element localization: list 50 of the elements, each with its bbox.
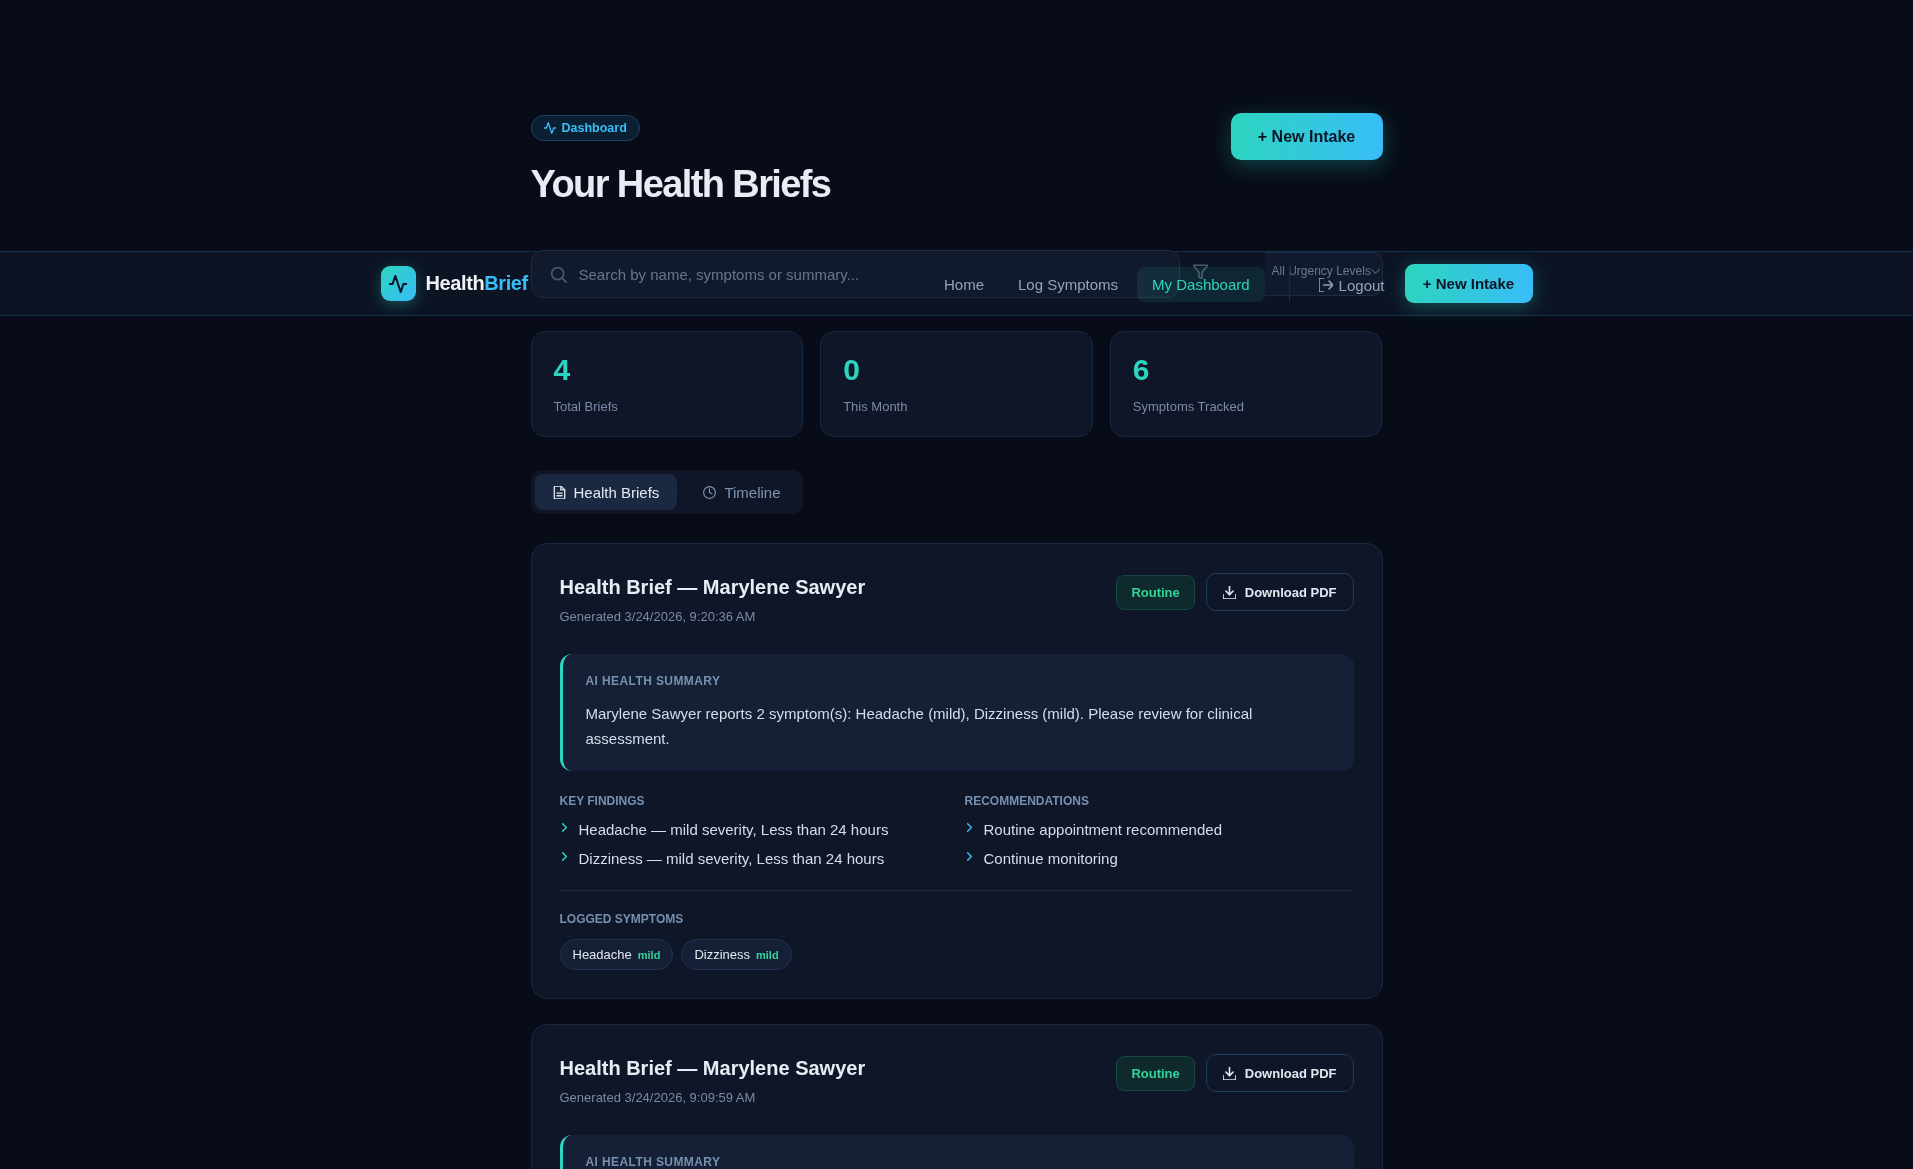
urgency-badge: Routine bbox=[1116, 574, 1195, 610]
new-intake-button[interactable]: + New Intake bbox=[1230, 113, 1383, 160]
chevron-right-icon bbox=[561, 852, 567, 861]
symptom-name: Headache bbox=[572, 947, 632, 962]
stat-label: Symptoms Tracked bbox=[1132, 398, 1246, 416]
recommendation-text: Routine appointment recommended bbox=[983, 820, 1222, 840]
pulse-icon bbox=[543, 122, 556, 134]
generated-timestamp: Generated 3/24/2026, 9:09:59 AM bbox=[559, 1089, 757, 1107]
chevron-right-icon bbox=[966, 852, 972, 861]
download-pdf-button[interactable]: Download PDF bbox=[1205, 573, 1354, 611]
severity-label: mild bbox=[756, 948, 779, 961]
stat-label: This Month bbox=[843, 398, 909, 416]
section-label: RECOMMENDATIONS bbox=[964, 793, 1090, 809]
stat-value: 0 bbox=[843, 352, 861, 388]
stat-label: Total Briefs bbox=[553, 398, 619, 416]
search-icon bbox=[549, 266, 567, 283]
brief-title: Health Brief — Marylene Sawyer bbox=[559, 1056, 866, 1081]
badge-label: Dashboard bbox=[561, 121, 627, 135]
brand-name[interactable]: HealthBrief bbox=[425, 272, 528, 295]
view-tab[interactable]: Timeline bbox=[685, 474, 799, 510]
new-intake-button[interactable]: + New Intake bbox=[1404, 264, 1533, 303]
severity-label: mild bbox=[637, 948, 661, 961]
view-tab[interactable]: Health Briefs bbox=[534, 474, 678, 510]
logout-button[interactable]: Logout bbox=[1318, 277, 1385, 293]
download-icon bbox=[1222, 585, 1236, 599]
filter-icon bbox=[1192, 263, 1208, 279]
symptom-name: Dizziness bbox=[694, 947, 751, 962]
chevron-down-icon bbox=[1370, 268, 1380, 274]
page-title: Your Health Briefs bbox=[530, 162, 831, 207]
urgency-badge: Routine bbox=[1116, 1055, 1195, 1091]
chevron-right-icon bbox=[561, 823, 567, 832]
pulse-logo-icon[interactable] bbox=[380, 266, 416, 301]
recommendation-text: Continue monitoring bbox=[983, 849, 1118, 869]
chevron-right-icon bbox=[966, 823, 972, 832]
stat-value: 4 bbox=[553, 352, 572, 388]
document-icon bbox=[552, 485, 566, 499]
stat-value: 6 bbox=[1132, 352, 1151, 388]
download-icon bbox=[1222, 1066, 1236, 1080]
download-pdf-button[interactable]: Download PDF bbox=[1205, 1054, 1354, 1092]
finding-text: Headache — mild severity, Less than 24 hours bbox=[578, 820, 889, 840]
logout-icon bbox=[1318, 278, 1333, 292]
finding-text: Dizziness — mild severity, Less than 24 hours bbox=[578, 849, 885, 869]
summary-label: AI HEALTH SUMMARY bbox=[585, 1154, 722, 1169]
section-label: KEY FINDINGS bbox=[559, 793, 646, 809]
clock-icon bbox=[703, 485, 717, 499]
section-label: LOGGED SYMPTOMS bbox=[559, 911, 685, 927]
generated-timestamp: Generated 3/24/2026, 9:20:36 AM bbox=[559, 608, 757, 626]
brief-title: Health Brief — Marylene Sawyer bbox=[559, 575, 866, 600]
summary-text: Marylene Sawyer reports 2 symptom(s): Headache (mild), Dizziness (mild). Please review for clinical assessment. bbox=[585, 704, 1254, 749]
summary-label: AI HEALTH SUMMARY bbox=[585, 673, 722, 689]
